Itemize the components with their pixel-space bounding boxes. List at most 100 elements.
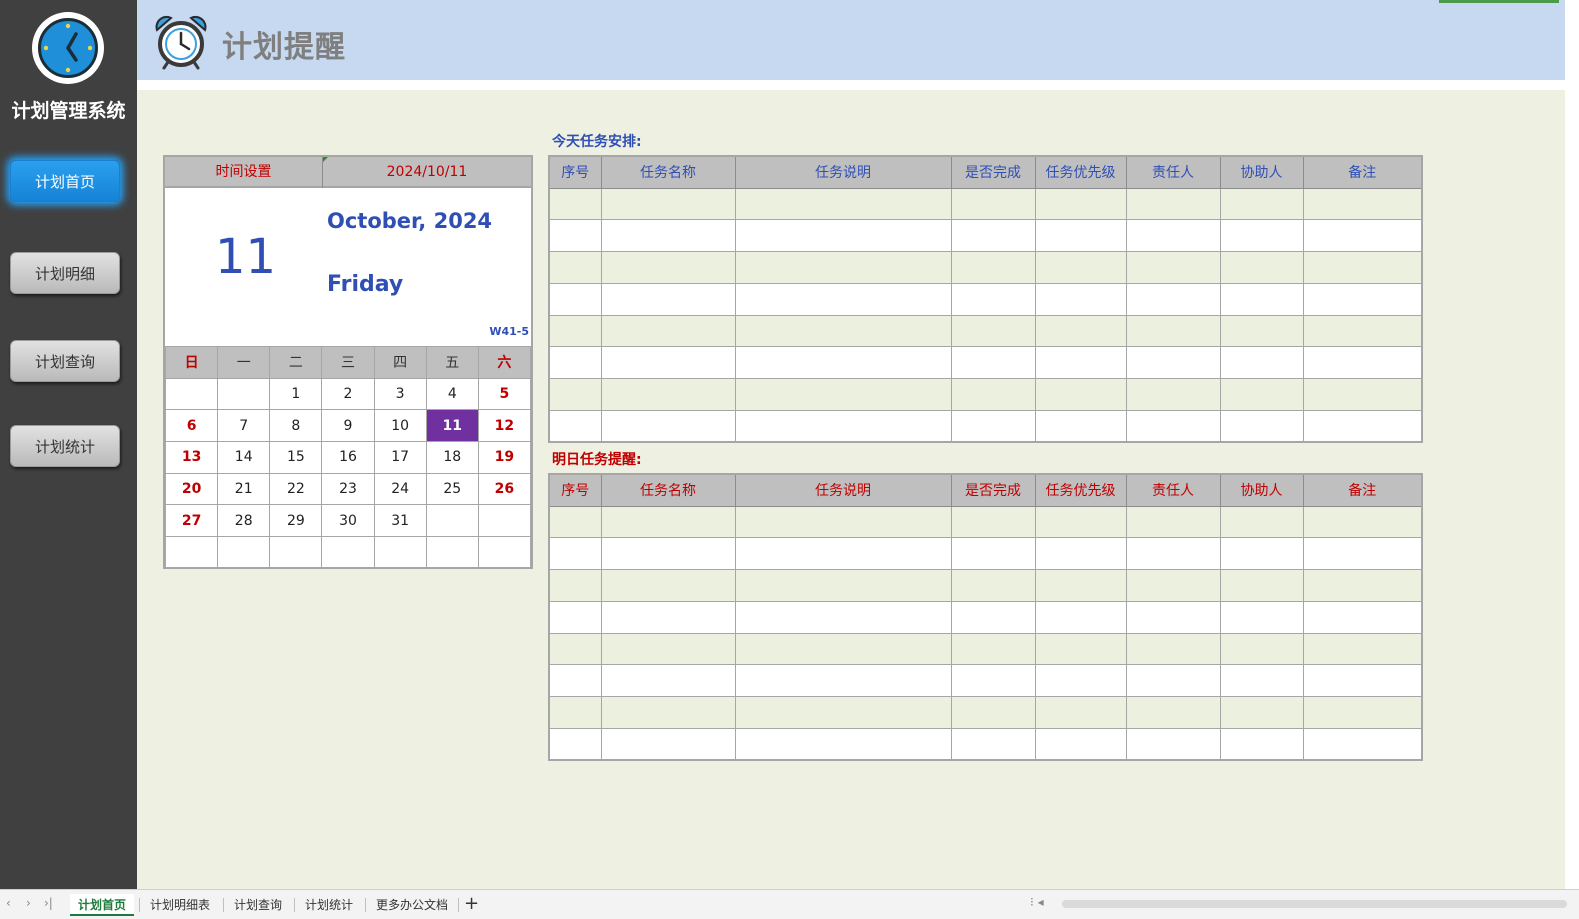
calendar-day-cell[interactable]: 7 xyxy=(217,409,271,443)
table-cell[interactable] xyxy=(1125,282,1221,316)
table-cell[interactable] xyxy=(950,314,1036,348)
table-cell[interactable] xyxy=(950,664,1036,698)
table-cell[interactable] xyxy=(548,314,602,348)
table-cell[interactable] xyxy=(548,664,602,698)
table-cell[interactable] xyxy=(1219,219,1304,253)
sheet-tab-more-docs[interactable]: 更多办公文档 xyxy=(368,894,456,916)
table-cell[interactable] xyxy=(548,600,602,634)
table-cell[interactable] xyxy=(1034,282,1127,316)
sheet-tab-details[interactable]: 计划明细表 xyxy=(142,894,218,916)
table-cell[interactable] xyxy=(1034,505,1127,539)
table-cell[interactable] xyxy=(950,219,1036,253)
table-cell[interactable] xyxy=(600,378,736,412)
calendar-day-cell[interactable]: 13 xyxy=(164,441,219,474)
table-cell[interactable] xyxy=(734,346,952,380)
table-cell[interactable] xyxy=(1034,696,1127,730)
table-cell[interactable] xyxy=(1302,632,1423,666)
table-cell[interactable] xyxy=(950,251,1036,284)
table-cell[interactable] xyxy=(1302,537,1423,571)
table-cell[interactable] xyxy=(734,696,952,730)
table-cell[interactable] xyxy=(1034,569,1127,602)
table-cell[interactable] xyxy=(734,314,952,348)
table-cell[interactable] xyxy=(1219,251,1304,284)
table-cell[interactable] xyxy=(548,696,602,730)
table-cell[interactable] xyxy=(1034,219,1127,253)
table-cell[interactable] xyxy=(1125,537,1221,571)
table-cell[interactable] xyxy=(1302,378,1423,412)
calendar-day-cell[interactable]: 17 xyxy=(373,441,427,474)
table-cell[interactable] xyxy=(734,187,952,221)
calendar-day-cell[interactable]: 12 xyxy=(477,409,532,443)
table-cell[interactable] xyxy=(1302,600,1423,634)
tab-scroll-end-icon[interactable]: ›| xyxy=(44,896,53,910)
table-cell[interactable] xyxy=(1034,600,1127,634)
table-cell[interactable] xyxy=(1125,410,1221,443)
table-cell[interactable] xyxy=(600,537,736,571)
calendar-day-cell[interactable]: 2 xyxy=(321,377,375,411)
table-cell[interactable] xyxy=(548,219,602,253)
calendar-day-cell[interactable] xyxy=(321,536,375,569)
horizontal-scrollbar[interactable] xyxy=(1062,900,1567,908)
table-cell[interactable] xyxy=(1302,187,1423,221)
table-cell[interactable] xyxy=(1219,187,1304,221)
table-cell[interactable] xyxy=(950,378,1036,412)
table-cell[interactable] xyxy=(1125,728,1221,761)
table-cell[interactable] xyxy=(1125,600,1221,634)
calendar-day-cell[interactable] xyxy=(217,536,271,569)
table-cell[interactable] xyxy=(548,569,602,602)
sheet-tab-home[interactable]: 计划首页 xyxy=(70,894,135,916)
table-cell[interactable] xyxy=(1034,251,1127,284)
table-cell[interactable] xyxy=(734,282,952,316)
table-cell[interactable] xyxy=(600,187,736,221)
table-cell[interactable] xyxy=(734,219,952,253)
nav-button-statistics[interactable]: 计划统计 xyxy=(10,425,120,467)
table-cell[interactable] xyxy=(1034,314,1127,348)
table-cell[interactable] xyxy=(1302,219,1423,253)
table-cell[interactable] xyxy=(950,505,1036,539)
table-cell[interactable] xyxy=(1302,728,1423,761)
table-cell[interactable] xyxy=(950,346,1036,380)
calendar-day-cell[interactable] xyxy=(425,536,479,569)
table-cell[interactable] xyxy=(1219,569,1304,602)
table-cell[interactable] xyxy=(600,696,736,730)
table-cell[interactable] xyxy=(950,187,1036,221)
calendar-day-cell[interactable]: 27 xyxy=(164,504,219,538)
calendar-day-cell[interactable]: 25 xyxy=(425,472,479,506)
add-sheet-button[interactable]: + xyxy=(464,893,479,914)
table-cell[interactable] xyxy=(734,728,952,761)
calendar-day-cell[interactable] xyxy=(477,536,532,569)
table-cell[interactable] xyxy=(1302,251,1423,284)
table-cell[interactable] xyxy=(734,632,952,666)
calendar-day-cell[interactable]: 6 xyxy=(164,409,219,443)
table-cell[interactable] xyxy=(1302,346,1423,380)
tab-scroll-left-icon[interactable]: ‹ xyxy=(6,896,11,910)
table-cell[interactable] xyxy=(734,410,952,443)
calendar-day-cell[interactable]: 29 xyxy=(269,504,323,538)
table-cell[interactable] xyxy=(950,600,1036,634)
table-cell[interactable] xyxy=(1219,664,1304,698)
table-cell[interactable] xyxy=(1219,632,1304,666)
tab-scroll-right-icon[interactable]: › xyxy=(26,896,31,910)
calendar-day-cell[interactable]: 20 xyxy=(164,472,219,506)
table-cell[interactable] xyxy=(950,696,1036,730)
table-cell[interactable] xyxy=(950,632,1036,666)
calendar-day-cell[interactable]: 24 xyxy=(373,472,427,506)
table-cell[interactable] xyxy=(1302,696,1423,730)
calendar-day-cell[interactable]: 15 xyxy=(269,441,323,474)
table-cell[interactable] xyxy=(548,410,602,443)
table-cell[interactable] xyxy=(1219,600,1304,634)
table-cell[interactable] xyxy=(1302,410,1423,443)
table-cell[interactable] xyxy=(548,537,602,571)
table-cell[interactable] xyxy=(600,251,736,284)
calendar-day-cell[interactable]: 22 xyxy=(269,472,323,506)
table-cell[interactable] xyxy=(600,410,736,443)
date-setting-input[interactable]: 2024/10/11 xyxy=(323,157,531,188)
table-cell[interactable] xyxy=(1125,219,1221,253)
sheet-tab-query[interactable]: 计划查询 xyxy=(226,894,290,916)
calendar-day-cell[interactable]: 19 xyxy=(477,441,532,474)
table-cell[interactable] xyxy=(600,346,736,380)
table-cell[interactable] xyxy=(1034,537,1127,571)
calendar-day-cell[interactable]: 9 xyxy=(321,409,375,443)
calendar-day-cell[interactable] xyxy=(269,536,323,569)
table-cell[interactable] xyxy=(600,314,736,348)
